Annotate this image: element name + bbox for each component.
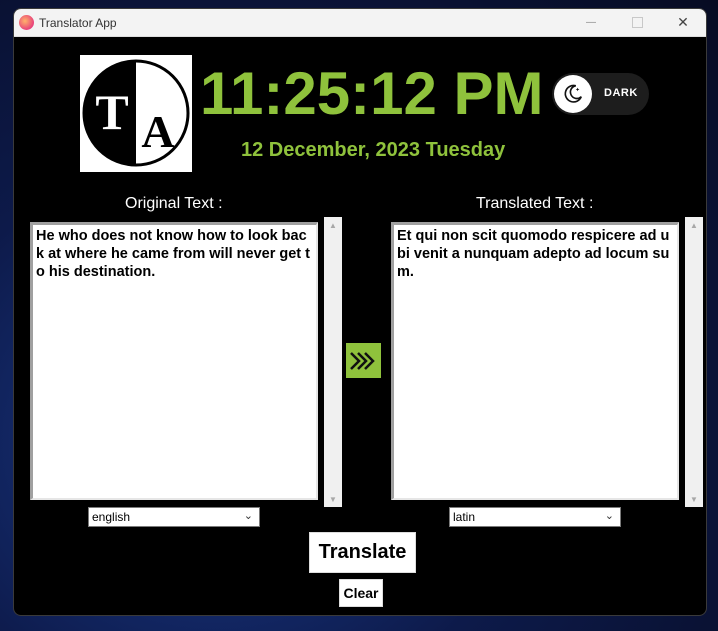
scroll-down-icon[interactable]: ▼ (685, 491, 703, 507)
close-icon: ✕ (677, 14, 689, 30)
scroll-down-icon[interactable]: ▼ (324, 491, 342, 507)
clock-date: 12 December, 2023 Tuesday (241, 139, 506, 161)
source-language-select[interactable]: english ⌄ (88, 507, 260, 527)
scroll-up-icon[interactable]: ▲ (685, 217, 703, 233)
moon-icon (564, 84, 583, 103)
toggle-knob (554, 75, 592, 113)
theme-toggle[interactable]: DARK (552, 73, 649, 115)
original-text-label: Original Text : (125, 195, 223, 212)
close-button[interactable]: ✕ (660, 9, 706, 36)
double-chevron-right-icon (349, 351, 375, 370)
translated-text-output[interactable]: Et qui non scit quomodo respicere ad ubi… (391, 222, 679, 500)
original-text-scrollbar[interactable]: ▲ ▼ (324, 217, 342, 507)
translated-text-label: Translated Text : (476, 195, 594, 212)
maximize-button[interactable] (614, 9, 660, 36)
chevron-down-icon: ⌄ (604, 510, 614, 522)
source-language-value: english (92, 510, 131, 524)
swap-languages-button[interactable] (346, 343, 381, 378)
target-language-value: latin (453, 510, 476, 524)
scroll-up-icon[interactable]: ▲ (324, 217, 342, 233)
translate-button[interactable]: Translate (309, 532, 416, 573)
minimize-button[interactable]: — (568, 9, 614, 36)
title-bar[interactable]: Translator App — ✕ (14, 9, 706, 37)
theme-toggle-label: DARK (604, 87, 638, 99)
window-title: Translator App (39, 16, 117, 30)
clock-time: 11:25:12 PM (200, 60, 544, 127)
minimize-icon: — (586, 17, 596, 28)
target-language-select[interactable]: latin ⌄ (449, 507, 621, 527)
chevron-down-icon: ⌄ (243, 510, 253, 522)
clear-button[interactable]: Clear (339, 579, 383, 607)
app-icon (19, 15, 34, 30)
app-logo: T A (80, 55, 192, 172)
logo-letter-t: T (95, 84, 128, 140)
logo-letter-a: A (141, 106, 174, 157)
original-text-input[interactable]: He who does not know how to look back at… (30, 222, 318, 500)
app-window: Translator App — ✕ T A 11:25:12 PM 12 De… (13, 8, 707, 616)
logo-graphic: T A (82, 59, 190, 167)
translated-text-scrollbar[interactable]: ▲ ▼ (685, 217, 703, 507)
maximize-icon (631, 17, 643, 28)
